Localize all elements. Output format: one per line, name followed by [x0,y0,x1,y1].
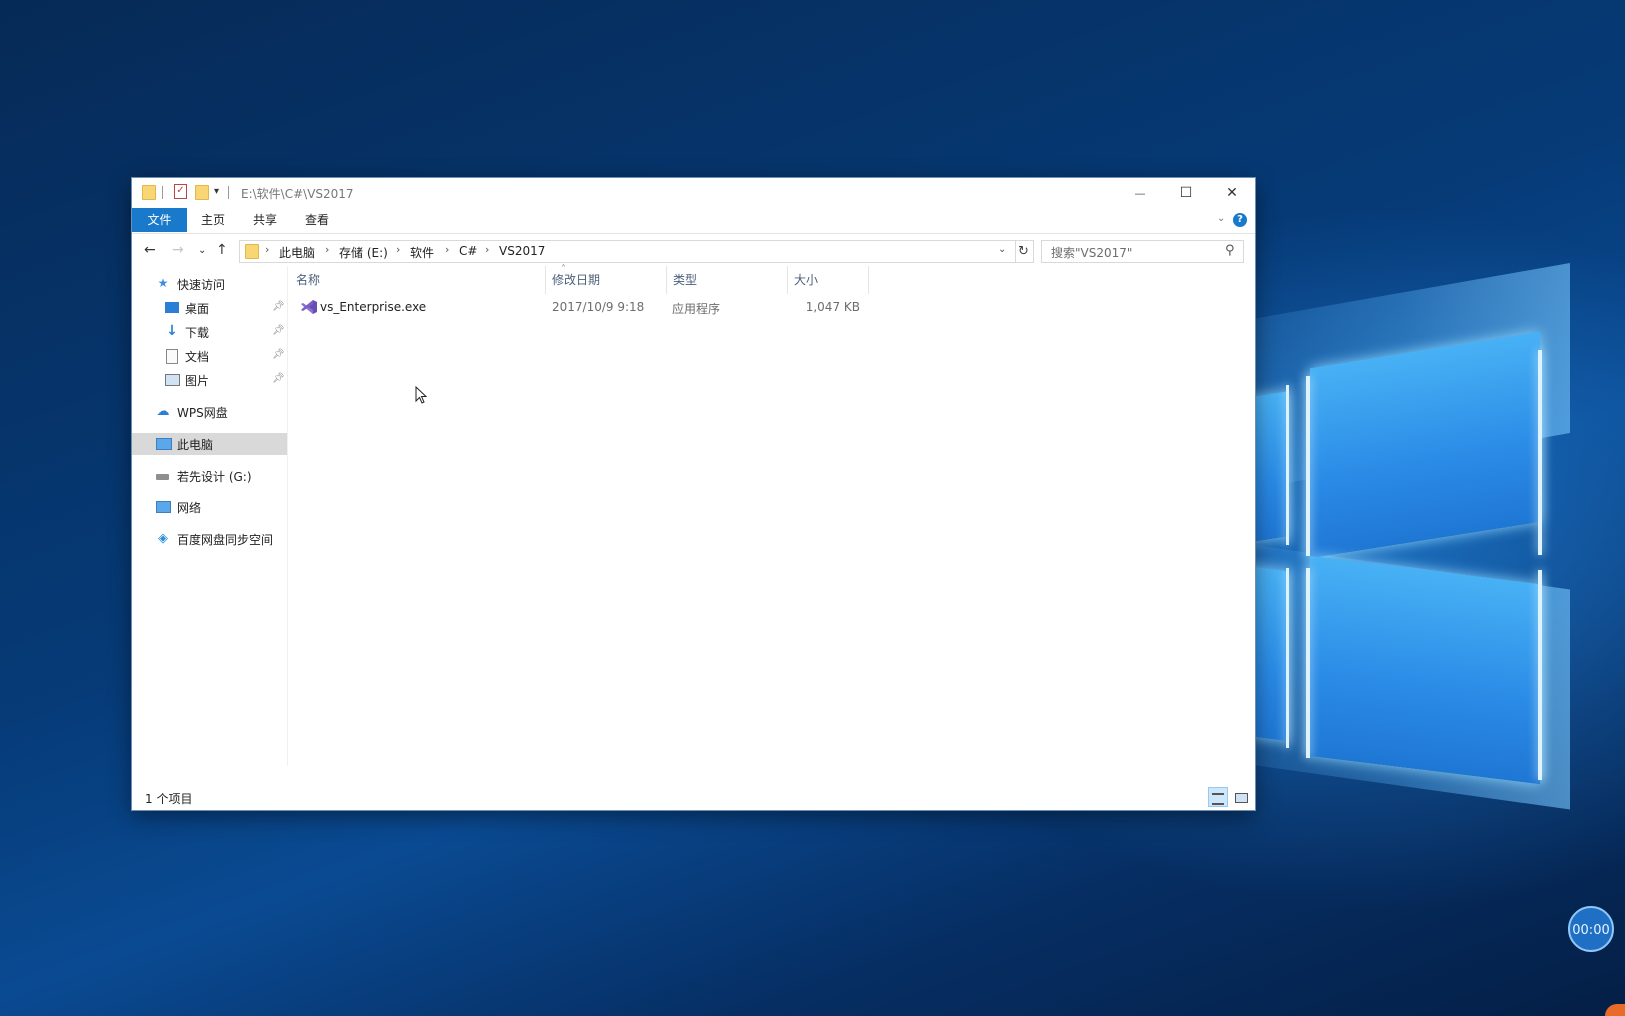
sidebar-item-network[interactable]: 网络 [132,496,287,518]
tab-view[interactable]: 查看 [291,208,343,232]
sidebar-item-quick-access[interactable]: ★ 快速访问 [132,273,287,295]
mouse-cursor-icon [415,386,427,404]
pin-icon[interactable]: 📌︎ [272,349,285,360]
refresh-icon[interactable]: ↻ [1014,240,1034,263]
file-type: 应用程序 [672,302,721,316]
file-explorer-window: ✓ ▾ E:\软件\C#\VS2017 — ☐ ✕ 文件 主页 共享 查看 ⌄ … [132,178,1255,810]
file-name: vs_Enterprise.exe [320,300,427,314]
location-folder-icon [245,244,259,259]
maximize-button[interactable]: ☐ [1163,178,1209,208]
pin-icon[interactable]: 📌︎ [272,373,285,384]
new-folder-icon[interactable] [195,185,209,200]
column-header-size[interactable]: 大小 [788,266,868,294]
close-icon: ✕ [1226,185,1238,201]
large-icons-view-button[interactable] [1230,787,1250,807]
address-dropdown-icon[interactable]: ⌄ [998,244,1006,255]
picture-icon [165,374,180,386]
folder-icon [142,185,156,200]
sidebar-item-this-pc[interactable]: 此电脑 [132,433,287,455]
sidebar-item-downloads[interactable]: ↓ 下载 📌︎ [132,321,287,343]
sidebar-item-desktop[interactable]: 桌面 📌︎ [132,297,287,319]
file-list: ˄ 名称 修改日期 类型 大小 vs_Enterprise.exe 2017/1… [290,264,1255,766]
forward-icon[interactable]: → [172,242,184,258]
file-size: 1,047 KB [805,300,860,314]
baidu-icon: ◈ [158,531,168,546]
details-view-icon [1212,793,1224,805]
back-icon[interactable]: ← [144,242,156,258]
address-bar[interactable]: › 此电脑 › 存储 (E:) › 软件 › C# › VS2017 ⌄ [239,240,1016,263]
tab-share[interactable]: 共享 [239,208,291,232]
recording-timer[interactable]: 00:00 [1568,906,1614,952]
search-icon: ⚲ [1225,243,1235,258]
title-bar: ✓ ▾ E:\软件\C#\VS2017 — ☐ ✕ [132,178,1255,208]
properties-icon[interactable]: ✓ [174,184,187,199]
recent-locations-icon[interactable]: ⌄ [198,245,206,256]
search-placeholder: 搜索"VS2017" [1051,246,1133,260]
search-input[interactable]: 搜索"VS2017" ⚲ [1041,240,1244,263]
details-view-button[interactable] [1208,787,1228,807]
file-row[interactable]: vs_Enterprise.exe 2017/10/9 9:18 应用程序 1,… [300,296,860,318]
tab-home[interactable]: 主页 [187,208,239,232]
column-divider[interactable] [868,266,869,294]
window-title: E:\软件\C#\VS2017 [241,187,354,201]
up-icon[interactable]: ↑ [216,242,228,258]
column-header-type[interactable]: 类型 [667,266,787,294]
minimize-button[interactable]: — [1117,178,1163,208]
item-count: 1 个项目 [145,792,193,806]
cloud-icon: ☁ [156,404,170,419]
column-header-modified[interactable]: 修改日期 [546,266,666,294]
sidebar-item-drive-g[interactable]: 若先设计 (G:) [132,465,287,487]
breadcrumb-drive-e[interactable]: 存储 (E:) [339,244,388,261]
breadcrumb-vs2017[interactable]: VS2017 [499,244,545,258]
download-icon: ↓ [166,323,178,339]
large-icons-view-icon [1235,793,1248,803]
navigation-bar: ← → ⌄ ↑ › 此电脑 › 存储 (E:) › 软件 › C# › VS20… [132,234,1255,266]
sidebar-item-baidu-sync[interactable]: ◈ 百度网盘同步空间 [132,528,287,550]
computer-icon [156,438,172,450]
file-modified: 2017/10/9 9:18 [552,300,645,314]
desktop-icon [165,302,179,313]
minimize-icon: — [1134,186,1146,200]
star-icon: ★ [157,276,169,290]
drive-icon [156,474,169,480]
breadcrumb-software[interactable]: 软件 [410,244,434,261]
customize-quick-access-icon[interactable]: ▾ [214,186,219,197]
document-icon [166,349,178,364]
navigation-pane: ★ 快速访问 桌面 📌︎ ↓ 下载 📌︎ 文档 📌︎ 图片 📌︎ ☁ WPS网盘 [132,266,288,766]
tab-file[interactable]: 文件 [132,208,187,232]
breadcrumb-this-pc[interactable]: 此电脑 [279,244,315,261]
expand-ribbon-icon[interactable]: ⌄ [1217,213,1225,224]
ribbon-tabs: 文件 主页 共享 查看 ⌄ ? [132,208,1255,234]
visual-studio-icon [301,300,317,314]
maximize-icon: ☐ [1179,185,1193,201]
sidebar-item-documents[interactable]: 文档 📌︎ [132,345,287,367]
close-button[interactable]: ✕ [1209,178,1255,208]
help-icon[interactable]: ? [1233,213,1247,227]
network-icon [156,501,171,513]
status-bar: 1 个项目 [132,784,1255,810]
pin-icon[interactable]: 📌︎ [272,325,285,336]
sidebar-item-pictures[interactable]: 图片 📌︎ [132,369,287,391]
breadcrumb-csharp[interactable]: C# [459,244,477,258]
pin-icon[interactable]: 📌︎ [272,301,285,312]
sidebar-item-wps-drive[interactable]: ☁ WPS网盘 [132,401,287,423]
column-header-name[interactable]: 名称 [290,266,545,294]
